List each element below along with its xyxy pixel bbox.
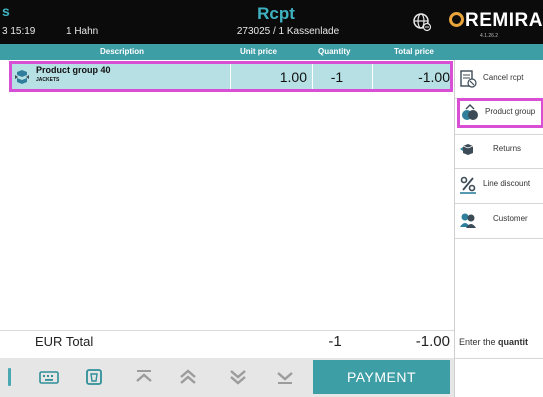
payment-button[interactable]: PAYMENT <box>313 360 450 394</box>
hint-bold: quantit <box>498 337 529 347</box>
remira-logo: REMIRA <box>449 10 543 32</box>
line-item-unit-price: 1.00 <box>279 69 307 85</box>
top-header: s 3 15:19 1 Hahn Rcpt 273025 / 1 Kassenl… <box>0 0 543 44</box>
cancel-receipt-icon <box>460 70 477 88</box>
last-line-icon[interactable] <box>274 366 296 388</box>
line-item-category: JACKETS <box>36 77 60 83</box>
toolbar-edge-handle <box>8 368 11 386</box>
returns-icon <box>460 144 474 155</box>
cell-divider <box>230 64 231 89</box>
total-label: EUR Total <box>35 334 94 349</box>
side-panel-header <box>454 44 543 60</box>
panel-divider <box>455 168 543 169</box>
panel-divider <box>455 358 543 359</box>
first-line-icon[interactable] <box>133 366 155 388</box>
logo-ring-icon <box>449 12 464 27</box>
product-group-label: Product group <box>485 107 536 116</box>
column-description: Description <box>100 47 145 56</box>
side-panel: Cancel rcpt Product group Returns Line d… <box>454 60 543 397</box>
percent-icon <box>460 176 476 194</box>
product-group-button[interactable]: Product group <box>457 98 543 128</box>
receipt-line-row[interactable]: Product group 40 JACKETS 1.00 -1 -1.00 <box>9 61 453 92</box>
product-group-icon <box>15 70 29 84</box>
customer-label: Customer <box>493 214 528 223</box>
cell-divider <box>372 64 373 89</box>
delete-icon[interactable] <box>83 366 105 388</box>
total-quantity: -1 <box>328 333 342 350</box>
keyboard-icon[interactable] <box>38 366 60 388</box>
clock-time: 3 15:19 <box>2 26 36 37</box>
version-label: 4.1.26.2 <box>480 33 499 39</box>
column-total-price: Total price <box>394 47 434 56</box>
receipt-column-header: Description Unit price Quantity Total pr… <box>0 44 454 60</box>
network-globe-icon[interactable] <box>412 12 432 32</box>
cancel-receipt-label: Cancel rcpt <box>483 73 524 82</box>
customer-icon <box>460 213 476 228</box>
logo-text: REMIRA <box>465 10 543 31</box>
panel-divider <box>455 238 543 239</box>
app-letter: s <box>2 3 10 19</box>
product-group-icon <box>462 104 478 120</box>
total-amount: -1.00 <box>415 333 450 350</box>
line-item-quantity: -1 <box>330 69 344 85</box>
cell-divider <box>312 64 313 89</box>
returns-button[interactable]: Returns <box>455 135 543 165</box>
panel-divider <box>455 203 543 204</box>
line-discount-label: Line discount <box>483 179 531 188</box>
page-title: Rcpt <box>257 4 295 23</box>
receipt-number: 273025 / 1 Kassenlade <box>236 26 340 37</box>
page-down-icon[interactable] <box>227 366 249 388</box>
cashier-name: 1 Hahn <box>66 26 99 37</box>
cancel-receipt-button[interactable]: Cancel rcpt <box>455 64 543 94</box>
receipt-totals: EUR Total -1 -1.00 <box>0 330 454 354</box>
line-discount-button[interactable]: Line discount <box>455 170 543 200</box>
column-quantity: Quantity <box>318 47 351 56</box>
line-item-total: -1.00 <box>418 69 450 85</box>
returns-label: Returns <box>493 144 522 153</box>
hint-prefix: Enter the <box>459 337 499 347</box>
column-unit-price: Unit price <box>240 47 277 56</box>
page-up-icon[interactable] <box>177 366 199 388</box>
bottom-toolbar: PAYMENT <box>0 358 454 397</box>
customer-button[interactable]: Customer <box>455 205 543 235</box>
line-item-name: Product group 40 <box>36 65 111 75</box>
quantity-hint: Enter the quantit <box>459 337 528 347</box>
